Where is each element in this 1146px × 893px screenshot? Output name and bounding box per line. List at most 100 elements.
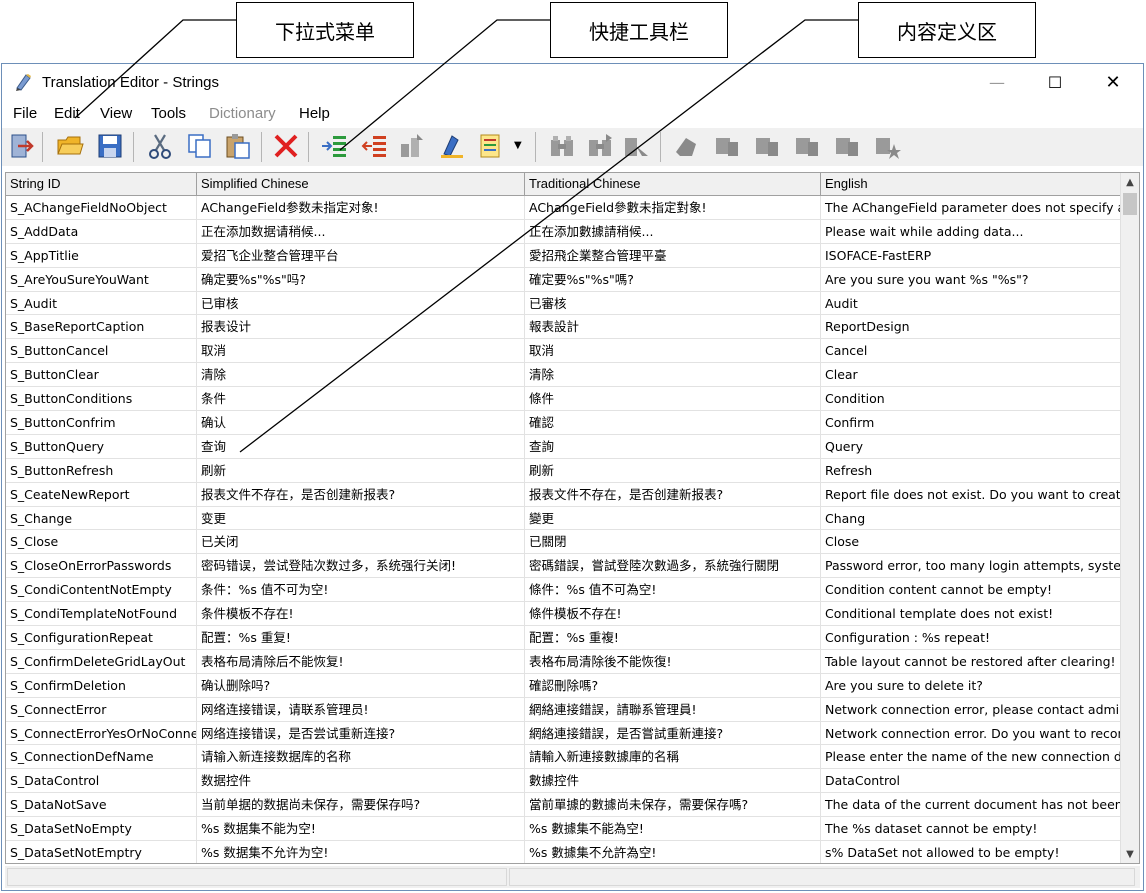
cell-english[interactable]: Cancel [821, 339, 1122, 363]
cell-traditional-chinese[interactable]: %s 數據集不能為空! [525, 817, 821, 841]
cell-english[interactable]: Close [821, 530, 1122, 554]
cell-simplified-chinese[interactable]: %s 数据集不允许为空! [197, 841, 525, 863]
cell-english[interactable]: Chang [821, 506, 1122, 530]
scroll-down-icon[interactable]: ▼ [1121, 845, 1139, 863]
table-row[interactable]: S_AppTitlie 爱招飞企业整合管理平台 愛招飛企業整合管理平臺 ISOFACE… [6, 243, 1122, 268]
cell-traditional-chinese[interactable]: 確認 [525, 411, 821, 435]
cell-traditional-chinese[interactable]: 條件模板不存在! [525, 602, 821, 626]
nav-star-icon[interactable] [874, 132, 902, 160]
cell-traditional-chinese[interactable]: 條件 [525, 387, 821, 411]
cell-simplified-chinese[interactable]: 确认 [197, 411, 525, 435]
cell-string-id[interactable]: S_AppTitlie [6, 243, 197, 267]
cell-english[interactable]: Report file does not exist. Do you want … [821, 482, 1122, 506]
menu-edit[interactable]: Edit [54, 105, 80, 122]
table-row[interactable]: S_AChangeFieldNoObject AChangeField参数未指定对… [6, 196, 1122, 220]
cell-traditional-chinese[interactable]: 網絡連接錯誤，是否嘗試重新連接? [525, 721, 821, 745]
cell-simplified-chinese[interactable]: 报表文件不存在，是否创建新报表? [197, 482, 525, 506]
table-row[interactable]: S_CondiContentNotEmpty 条件：%s 值不可为空! 條件：%s … [6, 578, 1122, 603]
cell-string-id[interactable]: S_DataSetNoEmpty [6, 817, 197, 841]
find-icon[interactable] [548, 132, 576, 160]
cell-traditional-chinese[interactable]: 查詢 [525, 434, 821, 458]
cell-simplified-chinese[interactable]: 表格布局清除后不能恢复! [197, 649, 525, 673]
menu-help[interactable]: Help [299, 105, 330, 122]
cell-english[interactable]: The AChangeField parameter does not spec… [821, 196, 1122, 219]
cell-traditional-chinese[interactable]: 清除 [525, 363, 821, 387]
cell-traditional-chinese[interactable]: 已審核 [525, 291, 821, 315]
cell-traditional-chinese[interactable]: 刷新 [525, 458, 821, 482]
cell-simplified-chinese[interactable]: 网络连接错误，是否尝试重新连接? [197, 721, 525, 745]
cell-simplified-chinese[interactable]: 爱招飞企业整合管理平台 [197, 243, 525, 267]
table-row[interactable]: S_ButtonConditions 条件 條件 Condition [6, 387, 1122, 412]
table-row[interactable]: S_DataSetNotEmptry %s 数据集不允许为空! %s 數據集不允許為… [6, 841, 1122, 863]
table-row[interactable]: S_ButtonCancel 取消 取消 Cancel [6, 339, 1122, 364]
table-row[interactable]: S_ButtonClear 清除 清除 Clear [6, 363, 1122, 388]
cell-traditional-chinese[interactable]: 配置：%s 重複! [525, 626, 821, 650]
cell-string-id[interactable]: S_CondiContentNotEmpty [6, 578, 197, 602]
open-folder-icon[interactable] [56, 132, 84, 160]
cell-simplified-chinese[interactable]: 取消 [197, 339, 525, 363]
find-prev-icon[interactable] [622, 132, 650, 160]
cell-traditional-chinese[interactable]: AChangeField參數未指定對象! [525, 196, 821, 219]
cell-string-id[interactable]: S_Change [6, 506, 197, 530]
cell-english[interactable]: ISOFACE-FastERP [821, 243, 1122, 267]
cell-simplified-chinese[interactable]: 条件模板不存在! [197, 602, 525, 626]
cell-simplified-chinese[interactable]: 查询 [197, 434, 525, 458]
cell-english[interactable]: ReportDesign [821, 315, 1122, 339]
table-row[interactable]: S_Audit 已审核 已審核 Audit [6, 291, 1122, 316]
vertical-scrollbar[interactable]: ▲ ▼ [1120, 173, 1139, 863]
cell-simplified-chinese[interactable]: 刷新 [197, 458, 525, 482]
cell-simplified-chinese[interactable]: 当前单据的数据尚未保存，需要保存吗? [197, 793, 525, 817]
cell-string-id[interactable]: S_AddData [6, 219, 197, 243]
menu-dictionary[interactable]: Dictionary [209, 105, 276, 122]
cell-english[interactable]: Please wait while adding data... [821, 219, 1122, 243]
table-row[interactable]: S_DataSetNoEmpty %s 数据集不能为空! %s 數據集不能為空! Th… [6, 817, 1122, 842]
cell-traditional-chinese[interactable]: 愛招飛企業整合管理平臺 [525, 243, 821, 267]
cell-string-id[interactable]: S_ButtonConditions [6, 387, 197, 411]
table-row[interactable]: S_ConnectErrorYesOrNoConne 网络连接错误，是否尝试重新连… [6, 721, 1122, 746]
cell-string-id[interactable]: S_AChangeFieldNoObject [6, 196, 197, 219]
cell-simplified-chinese[interactable]: 确认删除吗? [197, 673, 525, 697]
cell-string-id[interactable]: S_DataControl [6, 769, 197, 793]
cell-string-id[interactable]: S_ButtonCancel [6, 339, 197, 363]
cell-simplified-chinese[interactable]: 配置：%s 重复! [197, 626, 525, 650]
nav-last-icon[interactable] [834, 132, 862, 160]
cell-simplified-chinese[interactable]: 请输入新连接数据库的名称 [197, 745, 525, 769]
cell-string-id[interactable]: S_BaseReportCaption [6, 315, 197, 339]
paste-icon[interactable] [224, 132, 252, 160]
table-row[interactable]: S_DataNotSave 当前单据的数据尚未保存，需要保存吗? 當前單據的數據尚未… [6, 793, 1122, 818]
cell-english[interactable]: Network connection error. Do you want to… [821, 721, 1122, 745]
cell-string-id[interactable]: S_ConfigurationRepeat [6, 626, 197, 650]
cell-english[interactable]: Network connection error, please contact… [821, 697, 1122, 721]
cell-string-id[interactable]: S_ConnectErrorYesOrNoConne [6, 721, 197, 745]
exit-icon[interactable] [8, 132, 36, 160]
cell-traditional-chinese[interactable]: 網絡連接錯誤，請聯系管理員! [525, 697, 821, 721]
table-row[interactable]: S_AreYouSureYouWant 确定要%s"%s"吗? 確定要%s"%s"嗎… [6, 267, 1122, 292]
cell-string-id[interactable]: S_CeateNewReport [6, 482, 197, 506]
column-header-string-id[interactable]: String ID [6, 173, 197, 195]
cell-traditional-chinese[interactable]: 报表文件不存在，是否创建新报表? [525, 482, 821, 506]
cell-string-id[interactable]: S_CondiTemplateNotFound [6, 602, 197, 626]
cell-simplified-chinese[interactable]: 密码错误，尝试登陆次数过多，系统强行关闭! [197, 554, 525, 578]
cell-simplified-chinese[interactable]: 已关闭 [197, 530, 525, 554]
table-row[interactable]: S_ButtonRefresh 刷新 刷新 Refresh [6, 458, 1122, 483]
cell-english[interactable]: Condition content cannot be empty! [821, 578, 1122, 602]
cell-english[interactable]: Table layout cannot be restored after cl… [821, 649, 1122, 673]
cell-simplified-chinese[interactable]: 条件：%s 值不可为空! [197, 578, 525, 602]
cell-simplified-chinese[interactable]: 条件 [197, 387, 525, 411]
cell-simplified-chinese[interactable]: AChangeField参数未指定对象! [197, 196, 525, 219]
chevron-down-icon[interactable]: ▼ [514, 140, 522, 151]
indent-icon[interactable] [320, 132, 348, 160]
cell-string-id[interactable]: S_ConfirmDeleteGridLayOut [6, 649, 197, 673]
cell-string-id[interactable]: S_ButtonQuery [6, 434, 197, 458]
cell-english[interactable]: Please enter the name of the new connect… [821, 745, 1122, 769]
cell-traditional-chinese[interactable]: 確定要%s"%s"嗎? [525, 267, 821, 291]
cell-string-id[interactable]: S_ButtonClear [6, 363, 197, 387]
column-header-simplified-chinese[interactable]: Simplified Chinese [197, 173, 525, 195]
bookmark-icon[interactable] [672, 132, 700, 160]
table-row[interactable]: S_BaseReportCaption 报表设计 報表設計 ReportDesign [6, 315, 1122, 340]
column-header-traditional-chinese[interactable]: Traditional Chinese [525, 173, 821, 195]
cell-simplified-chinese[interactable]: 清除 [197, 363, 525, 387]
save-icon[interactable] [96, 132, 124, 160]
cell-simplified-chinese[interactable]: 正在添加数据请稍候... [197, 219, 525, 243]
cell-english[interactable]: The %s dataset cannot be empty! [821, 817, 1122, 841]
